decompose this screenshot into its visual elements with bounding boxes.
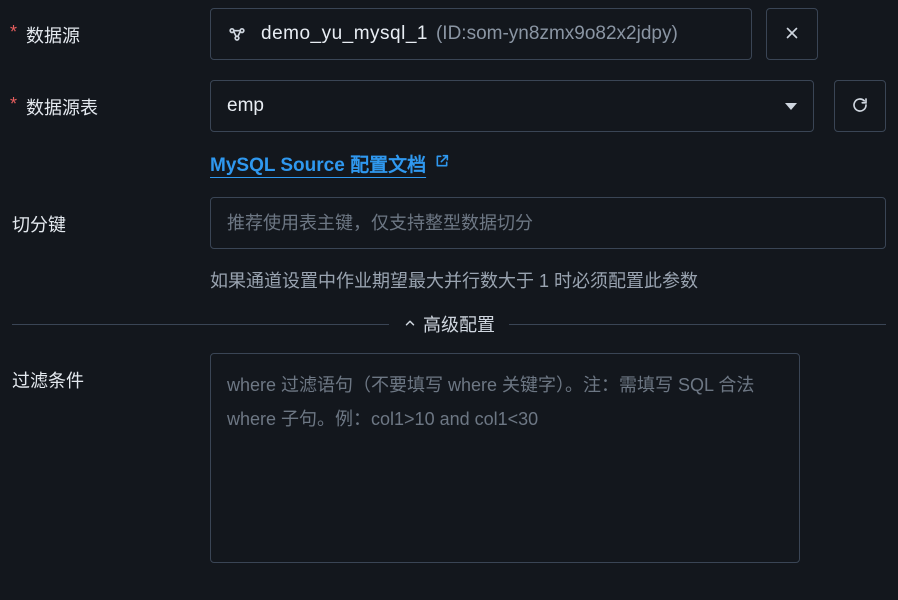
split-key-input[interactable] [210,197,886,249]
row-table: 数据源表 emp MySQL Sourc [12,80,886,177]
advanced-label: 高级配置 [423,311,495,337]
mysql-source-doc-link[interactable]: MySQL Source 配置文档 [210,150,450,177]
datasource-id: (ID:som-yn8zmx9o82x2jdpy) [436,23,678,45]
external-link-icon [434,153,450,175]
filter-textarea[interactable] [210,353,800,563]
refresh-tables-button[interactable] [834,80,886,132]
chevron-down-icon [785,103,797,110]
datasource-type-icon [227,24,247,44]
refresh-icon [851,96,869,117]
table-select[interactable]: emp [210,80,814,132]
field-table: emp MySQL Source 配置文档 [210,80,886,177]
table-select-value: emp [227,95,264,117]
row-split-key: 切分键 如果通道设置中作业期望最大并行数大于 1 时必须配置此参数 [12,197,886,293]
field-datasource: demo_yu_mysql_1 (ID:som-yn8zmx9o82x2jdpy… [210,8,886,60]
advanced-toggle[interactable]: 高级配置 [389,311,509,337]
datasource-display[interactable]: demo_yu_mysql_1 (ID:som-yn8zmx9o82x2jdpy… [210,8,752,60]
label-table: 数据源表 [12,80,210,120]
field-split-key: 如果通道设置中作业期望最大并行数大于 1 时必须配置此参数 [210,197,886,293]
chevron-up-icon [403,314,417,335]
split-key-hint: 如果通道设置中作业期望最大并行数大于 1 时必须配置此参数 [210,267,886,293]
datasource-name: demo_yu_mysql_1 [261,23,428,45]
row-filter: 过滤条件 [12,353,886,568]
clear-datasource-button[interactable] [766,8,818,60]
advanced-section-divider: 高级配置 [12,313,886,335]
doc-link-text: MySQL Source 配置文档 [210,150,426,177]
label-filter: 过滤条件 [12,353,210,393]
label-split-key: 切分键 [12,197,210,237]
label-datasource: 数据源 [12,8,210,48]
field-filter [210,353,886,568]
form-container: 数据源 demo_yu_mysql_1 (ID:som-yn8zmx9o82x2… [0,0,898,600]
row-datasource: 数据源 demo_yu_mysql_1 (ID:som-yn8zmx9o82x2… [12,8,886,60]
close-icon [783,24,801,45]
